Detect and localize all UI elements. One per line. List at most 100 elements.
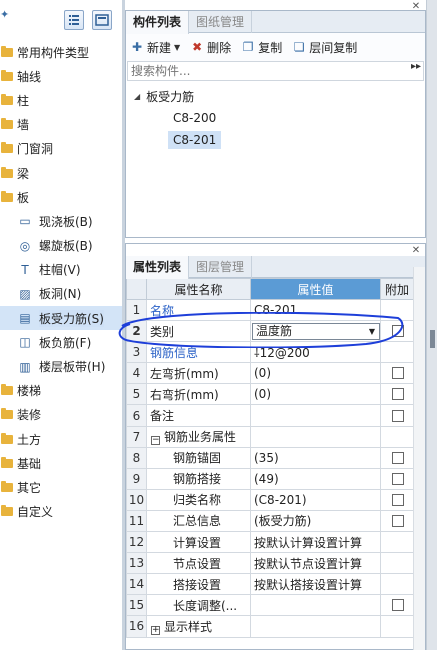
- property-row[interactable]: 14 搭接设置 按默认搭接设置计算: [126, 573, 414, 596]
- property-value-cell[interactable]: [250, 404, 381, 427]
- tree-item[interactable]: 自定义: [0, 500, 122, 524]
- tree-item[interactable]: ◫ 板负筋(F): [0, 330, 122, 354]
- component-search-input[interactable]: [127, 61, 424, 81]
- tree-item-label: 板洞(N): [39, 287, 82, 302]
- property-scrollbar[interactable]: [413, 267, 425, 650]
- property-value-cell[interactable]: (0): [250, 362, 381, 385]
- property-row[interactable]: 11 汇总信息 (板受力筋): [126, 509, 414, 533]
- property-value-cell[interactable]: ⸸12@200: [250, 341, 381, 364]
- extra-checkbox[interactable]: [392, 409, 404, 422]
- property-row[interactable]: 15 长度调整(...: [126, 594, 414, 617]
- tree-item[interactable]: 墙: [0, 113, 122, 137]
- extra-checkbox[interactable]: [392, 388, 404, 401]
- property-name: 钢筋搭接: [173, 472, 222, 487]
- property-value-cell[interactable]: (板受力筋): [250, 509, 381, 533]
- header-property-name[interactable]: 属性名称: [146, 278, 251, 300]
- property-value-cell[interactable]: (35): [250, 446, 381, 469]
- tree-item[interactable]: 其它: [0, 475, 122, 499]
- property-name-cell: 名称: [146, 298, 251, 322]
- property-row[interactable]: 16 + 显示样式: [126, 615, 414, 638]
- row-number: 8: [126, 446, 147, 469]
- collapse-icon[interactable]: −: [151, 436, 160, 446]
- toolbar-overflow-icon[interactable]: ▸▸: [411, 61, 421, 72]
- header-extra[interactable]: 附加: [380, 278, 414, 300]
- expand-triangle-icon[interactable]: ◢: [134, 92, 140, 101]
- tree-item[interactable]: 土方: [0, 427, 122, 451]
- tree-item[interactable]: 梁: [0, 161, 122, 185]
- close-icon[interactable]: ✕: [411, 2, 421, 12]
- tree-item[interactable]: 装修: [0, 403, 122, 427]
- new-button[interactable]: ✚ 新建 ▼: [130, 39, 180, 56]
- tree-item[interactable]: ▭ 现浇板(B): [0, 209, 122, 233]
- layer-copy-button[interactable]: ❏ 层间复制: [292, 39, 357, 56]
- extra-checkbox[interactable]: [392, 514, 404, 527]
- property-row[interactable]: 1 名称 C8-201: [126, 298, 414, 322]
- tree-item-label: 其它: [17, 480, 42, 495]
- tab-drawing-manage[interactable]: 图纸管理: [189, 11, 253, 33]
- property-row[interactable]: 4 左弯折(mm) (0): [126, 362, 414, 385]
- tree-item[interactable]: 基础: [0, 451, 122, 475]
- extra-checkbox[interactable]: [392, 472, 404, 485]
- tree-item[interactable]: ◎ 螺旋板(B): [0, 234, 122, 258]
- folder-icon: [1, 166, 13, 178]
- extra-checkbox[interactable]: [392, 451, 404, 464]
- close-icon[interactable]: ✕: [411, 246, 421, 256]
- property-value-cell[interactable]: [250, 615, 381, 638]
- tree-item-label: 柱: [17, 93, 30, 108]
- extra-checkbox[interactable]: [392, 367, 404, 380]
- tree-item[interactable]: T 柱帽(V): [0, 258, 122, 282]
- property-value-cell[interactable]: C8-201: [250, 298, 381, 322]
- tab-layer-manage[interactable]: 图层管理: [189, 256, 253, 278]
- property-value-cell[interactable]: 按默认计算设置计算: [250, 531, 381, 554]
- property-row[interactable]: 8 钢筋锚固 (35): [126, 446, 414, 469]
- property-row[interactable]: 9 钢筋搭接 (49): [126, 467, 414, 490]
- tree-item[interactable]: ▥ 楼层板带(H): [0, 354, 122, 378]
- property-row[interactable]: 7− 钢筋业务属性: [126, 425, 414, 448]
- property-row[interactable]: 2 类别 温度筋 ▼: [126, 320, 414, 343]
- tree-item[interactable]: ▤ 板受力筋(S): [0, 306, 122, 331]
- tree-item[interactable]: 常用构件类型: [0, 40, 122, 64]
- tree-item[interactable]: 板: [0, 185, 122, 209]
- property-name: 计算设置: [173, 535, 222, 550]
- collapse-grip[interactable]: [430, 330, 435, 348]
- property-row[interactable]: 6 备注: [126, 404, 414, 427]
- copy-button[interactable]: ❐ 复制: [241, 39, 282, 56]
- property-value-cell[interactable]: (C8-201): [250, 488, 381, 511]
- extra-checkbox[interactable]: [392, 493, 404, 506]
- extra-checkbox[interactable]: [392, 325, 404, 338]
- category-select[interactable]: 温度筋 ▼: [252, 322, 380, 340]
- property-row[interactable]: 10 归类名称 (C8-201): [126, 488, 414, 511]
- component-item[interactable]: C8-201: [126, 129, 425, 151]
- property-value-cell[interactable]: (0): [250, 383, 381, 406]
- component-tree-root[interactable]: ◢ 板受力筋: [126, 85, 425, 107]
- tab-property-list[interactable]: 属性列表: [126, 256, 190, 279]
- delete-button[interactable]: ✖ 删除: [190, 39, 231, 56]
- tree-item[interactable]: 轴线: [0, 64, 122, 88]
- tree-item-label: 梁: [17, 166, 30, 181]
- property-value-cell[interactable]: (49): [250, 467, 381, 490]
- property-value-cell[interactable]: [250, 425, 381, 448]
- tree-item[interactable]: 楼梯: [0, 379, 122, 403]
- property-row[interactable]: 13 节点设置 按默认节点设置计算: [126, 552, 414, 575]
- header-property-value[interactable]: 属性值: [250, 278, 381, 300]
- property-row[interactable]: 3 钢筋信息 ⸸12@200: [126, 341, 414, 364]
- tree-item[interactable]: ▨ 板洞(N): [0, 282, 122, 306]
- tab-component-list[interactable]: 构件列表: [126, 11, 190, 34]
- tree-item[interactable]: 柱: [0, 88, 122, 112]
- component-item[interactable]: C8-200: [126, 107, 425, 129]
- add-sparkle-icon[interactable]: ✦: [0, 8, 9, 21]
- property-value-cell[interactable]: [250, 594, 381, 617]
- property-value-cell[interactable]: 按默认节点设置计算: [250, 552, 381, 575]
- expand-icon[interactable]: +: [151, 625, 160, 635]
- property-table: 属性名称 属性值 附加 1 名称 C8-201 2 类别 温度筋 ▼ 3 钢筋信息 ⸸12@200…: [126, 278, 414, 638]
- tree-item[interactable]: 门窗洞: [0, 137, 122, 161]
- property-row[interactable]: 12 计算设置 按默认计算设置计算: [126, 531, 414, 554]
- extra-cell: [380, 509, 414, 533]
- property-row[interactable]: 5 右弯折(mm) (0): [126, 383, 414, 406]
- chevron-down-icon[interactable]: ▼: [369, 324, 375, 339]
- property-value-cell[interactable]: 按默认搭接设置计算: [250, 573, 381, 596]
- grid-view-button[interactable]: [92, 10, 112, 30]
- property-value-cell[interactable]: 温度筋 ▼: [250, 320, 381, 343]
- extra-checkbox[interactable]: [392, 599, 404, 612]
- list-view-button[interactable]: [64, 10, 84, 30]
